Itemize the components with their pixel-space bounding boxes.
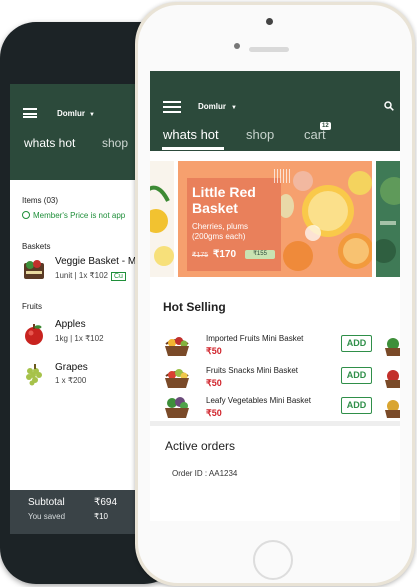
search-icon[interactable] bbox=[384, 98, 394, 111]
previous-slide[interactable] bbox=[150, 161, 174, 277]
grapes-thumbnail bbox=[22, 363, 46, 387]
caret-down-icon: ▼ bbox=[89, 112, 95, 118]
front-phone: Domlur ▼ whats hot shop cart 12 Little R… bbox=[135, 2, 415, 586]
next-product-thumbnail[interactable] bbox=[383, 394, 400, 420]
section-label-fruits: Fruits bbox=[22, 302, 42, 311]
product-row: Imported Fruits Mini Basket ₹50 ADD bbox=[150, 332, 400, 362]
next-product-thumbnail[interactable] bbox=[383, 364, 400, 390]
next-product-thumbnail[interactable] bbox=[383, 332, 400, 358]
product-price: ₹50 bbox=[206, 346, 222, 356]
front-phone-screen: Domlur ▼ whats hot shop cart 12 Little R… bbox=[150, 71, 400, 521]
location-selector[interactable]: Domlur ▼ bbox=[198, 102, 237, 111]
product-name: Imported Fruits Mini Basket bbox=[206, 334, 304, 343]
product-row: Fruits Snacks Mini Basket ₹50 ADD bbox=[150, 364, 400, 394]
order-id[interactable]: Order ID : AA1234 bbox=[172, 469, 237, 478]
sensor-icon bbox=[234, 43, 240, 49]
product-price: ₹50 bbox=[206, 408, 222, 418]
add-to-cart-button[interactable]: ADD bbox=[341, 335, 372, 352]
add-to-cart-button[interactable]: ADD bbox=[341, 397, 372, 414]
item-meta-text: 1unit | 1x ₹102 bbox=[55, 271, 108, 280]
cart-item-name: Grapes bbox=[55, 362, 88, 373]
promo-subtitle: Cherries, plums (200gms each) bbox=[192, 222, 249, 241]
apple-thumbnail bbox=[22, 322, 46, 346]
app-mockup-scene: Domlur ▼ whats hot shop Items (03) Member… bbox=[0, 0, 417, 587]
cart-item-meta: 1unit | 1x ₹102 Cu bbox=[55, 271, 126, 281]
saved-value: ₹10 bbox=[94, 512, 108, 521]
location-label: Domlur bbox=[57, 109, 85, 118]
home-button[interactable] bbox=[253, 540, 293, 580]
app-logo-icon[interactable] bbox=[23, 108, 37, 118]
decorative-dots bbox=[274, 169, 292, 183]
caret-down-icon: ▼ bbox=[231, 105, 237, 111]
next-slide[interactable] bbox=[376, 161, 400, 277]
front-phone-body: Domlur ▼ whats hot shop cart 12 Little R… bbox=[138, 5, 412, 583]
fruit-basket-thumbnail bbox=[163, 332, 191, 358]
leafy-vegetables-basket-thumbnail bbox=[163, 394, 191, 420]
active-orders-title: Active orders bbox=[165, 439, 236, 453]
cart-item-meta: 1kg | 1x ₹102 bbox=[55, 334, 104, 343]
location-label: Domlur bbox=[198, 102, 226, 111]
product-price: ₹50 bbox=[206, 378, 222, 388]
fruit-snacks-basket-thumbnail bbox=[163, 364, 191, 390]
cart-items-count: Items (03) bbox=[22, 196, 59, 205]
earpiece-speaker bbox=[249, 47, 289, 52]
cart-item-meta: 1 x ₹200 bbox=[55, 376, 87, 385]
check-circle-icon bbox=[22, 211, 30, 219]
cart-count-badge: 12 bbox=[320, 122, 331, 130]
section-divider bbox=[150, 421, 400, 426]
subtotal-label: Subtotal bbox=[28, 497, 65, 508]
product-name: Fruits Snacks Mini Basket bbox=[206, 366, 299, 375]
member-price-tag: ₹155 bbox=[245, 250, 275, 259]
tab-whats-hot[interactable]: whats hot bbox=[24, 136, 75, 150]
tab-whats-hot[interactable]: whats hot bbox=[163, 127, 219, 142]
add-to-cart-button[interactable]: ADD bbox=[341, 367, 372, 384]
promo-title: Little Red Basket bbox=[192, 184, 256, 216]
app-logo-icon[interactable] bbox=[163, 101, 181, 113]
active-tab-indicator bbox=[162, 147, 224, 150]
promo-old-price: ₹175 bbox=[192, 252, 209, 259]
promo-banner-little-red-basket[interactable]: Little Red Basket Cherries, plums (200gm… bbox=[178, 161, 372, 277]
tab-shop[interactable]: shop bbox=[246, 127, 274, 142]
promo-carousel[interactable]: Little Red Basket Cherries, plums (200gm… bbox=[150, 161, 400, 277]
product-name: Leafy Vegetables Mini Basket bbox=[206, 396, 311, 405]
product-row: Leafy Vegetables Mini Basket ₹50 ADD bbox=[150, 394, 400, 424]
section-label-baskets: Baskets bbox=[22, 242, 51, 251]
hot-selling-title: Hot Selling bbox=[163, 300, 226, 314]
promo-card: Little Red Basket Cherries, plums (200gm… bbox=[187, 178, 281, 271]
app-header: Domlur ▼ whats hot shop cart 12 bbox=[150, 71, 400, 151]
promo-new-price: ₹170 bbox=[213, 249, 237, 260]
cart-item-name: Apples bbox=[55, 319, 86, 330]
veggie-basket-thumbnail bbox=[22, 257, 46, 281]
customize-tag[interactable]: Cu bbox=[110, 272, 126, 281]
member-notice-text: Member's Price is not app bbox=[33, 211, 126, 220]
cart-item-name: Veggie Basket - M bbox=[55, 256, 137, 267]
saved-label: You saved bbox=[28, 512, 66, 521]
subtotal-value: ₹694 bbox=[94, 497, 118, 508]
tab-shop[interactable]: shop bbox=[102, 136, 128, 150]
front-camera-icon bbox=[266, 18, 273, 25]
location-selector[interactable]: Domlur ▼ bbox=[57, 109, 95, 118]
member-price-notice: Member's Price is not app bbox=[22, 211, 125, 220]
